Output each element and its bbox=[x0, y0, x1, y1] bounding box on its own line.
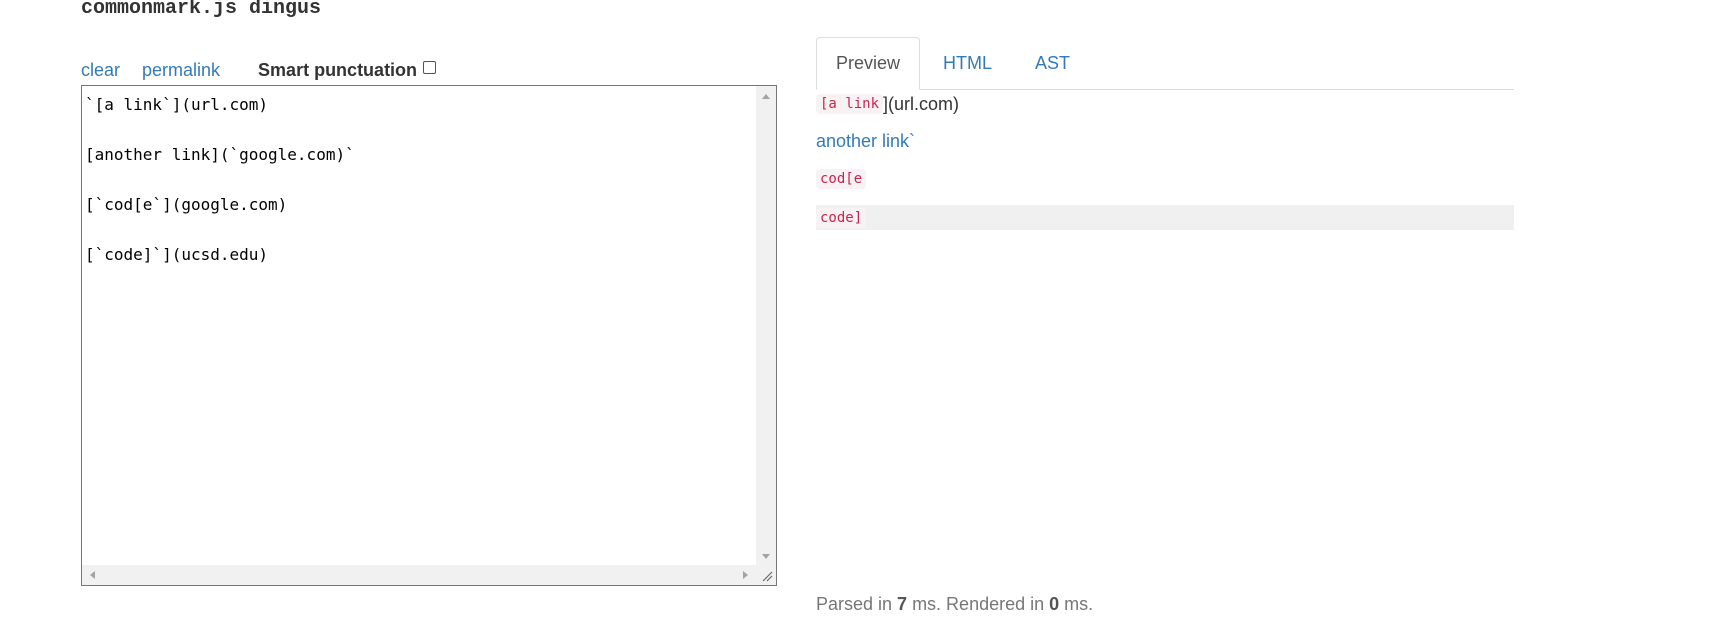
editor-line: `[a link`](url.com) bbox=[85, 95, 269, 114]
parsed-ms: 7 bbox=[897, 594, 908, 614]
rendered-ms: 0 bbox=[1049, 594, 1060, 614]
resize-grip-icon bbox=[762, 571, 773, 582]
clear-link[interactable]: clear bbox=[81, 60, 120, 81]
smart-punctuation-text: Smart punctuation bbox=[258, 59, 418, 80]
scroll-up-arrow-icon[interactable] bbox=[762, 94, 770, 99]
editor-line: [another link](`google.com)` bbox=[85, 145, 355, 164]
scroll-right-arrow-icon[interactable] bbox=[743, 571, 748, 579]
preview-paragraph: [a link](url.com) bbox=[816, 92, 959, 116]
preview-text: ](url.com) bbox=[883, 93, 960, 114]
tab-preview[interactable]: Preview bbox=[816, 37, 921, 90]
tab-ast[interactable]: AST bbox=[1016, 37, 1094, 89]
smart-punctuation-checkbox[interactable] bbox=[423, 60, 437, 74]
vertical-scrollbar[interactable] bbox=[756, 86, 776, 567]
page-title: commonmark.js dingus bbox=[81, 0, 322, 20]
preview-paragraph: cod[e bbox=[816, 167, 867, 191]
horizontal-scrollbar[interactable] bbox=[82, 565, 756, 585]
markdown-input[interactable]: `[a link`](url.com) [another link](`goog… bbox=[85, 92, 355, 267]
scroll-down-arrow-icon[interactable] bbox=[762, 554, 770, 559]
preview-paragraph: code] bbox=[816, 206, 867, 230]
hover-highlight-row bbox=[816, 205, 1514, 230]
markdown-editor[interactable]: `[a link`](url.com) [another link](`goog… bbox=[81, 85, 777, 586]
timing-suffix: ms. bbox=[1059, 594, 1094, 614]
timing-parsed-prefix: Parsed in bbox=[816, 594, 898, 614]
preview-paragraph: another link` bbox=[816, 129, 915, 153]
timing-info: Parsed in 7 ms. Rendered in 0 ms. bbox=[816, 594, 1093, 615]
editor-controls: clear permalink Smart punctuation bbox=[81, 58, 437, 82]
timing-rendered-prefix: ms. Rendered in bbox=[907, 594, 1050, 614]
inline-code: code] bbox=[816, 208, 867, 228]
scroll-left-arrow-icon[interactable] bbox=[90, 571, 95, 579]
smart-punctuation-label[interactable]: Smart punctuation bbox=[258, 59, 437, 81]
tab-html[interactable]: HTML bbox=[920, 37, 1016, 89]
permalink-link[interactable]: permalink bbox=[142, 60, 220, 81]
editor-line: [`cod[e`](google.com) bbox=[85, 195, 288, 214]
inline-code: cod[e bbox=[816, 169, 867, 189]
inline-code: [a link bbox=[816, 94, 884, 114]
editor-line: [`code]`](ucsd.edu) bbox=[85, 245, 269, 264]
output-tabs: Preview HTML AST bbox=[816, 37, 1514, 90]
preview-link[interactable]: another link` bbox=[816, 131, 915, 152]
resize-handle[interactable] bbox=[756, 565, 776, 585]
dingus-page: commonmark.js dingus clear permalink Sma… bbox=[0, 0, 1733, 630]
